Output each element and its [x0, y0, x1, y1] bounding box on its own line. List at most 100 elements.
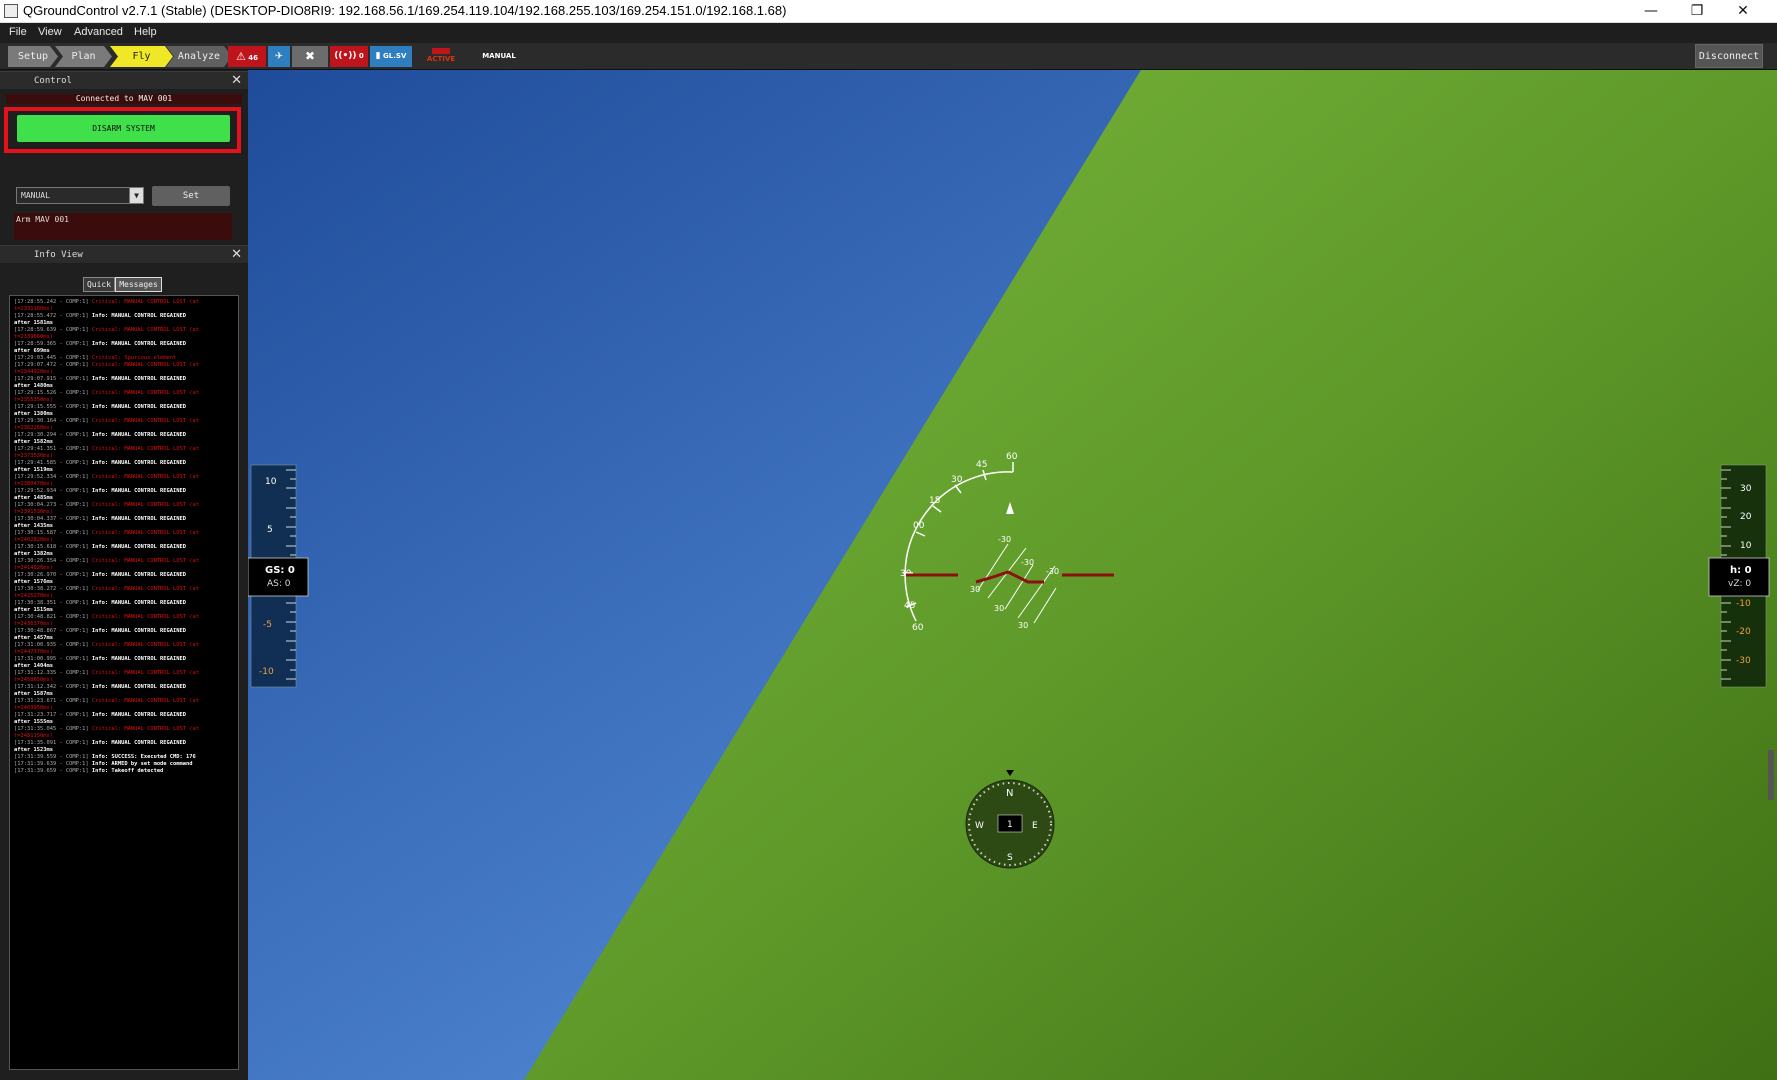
pitch-label: 30 — [994, 604, 1004, 613]
log-text: after 1582ms — [14, 439, 53, 445]
messages-indicator[interactable]: ⚠ 46 — [228, 46, 266, 67]
main-toolbar: Setup Plan Fly Analyze ⚠ 46 ✈ ✖ ((•)) 0 … — [0, 43, 1777, 70]
log-line: [17:28:59.639 - COMP:1] Critical: MANUAL… — [14, 327, 234, 334]
minimize-button[interactable]: — — [1628, 0, 1674, 22]
log-timestamp: [17:31:35.091 - COMP:1] — [14, 740, 89, 746]
log-timestamp: [17:31:39.559 - COMP:1] — [14, 754, 89, 760]
alt-tick-10: 10 — [1740, 541, 1752, 551]
alt-tick-20: 20 — [1740, 512, 1752, 522]
menu-advanced[interactable]: Advanced — [74, 26, 123, 38]
log-line: after 1576ms — [14, 579, 234, 586]
chevron-down-icon[interactable]: ▼ — [129, 188, 143, 203]
log-line: after 1404ms — [14, 663, 234, 670]
log-text: after 1480ms — [14, 383, 53, 389]
log-text: Info: SUCCESS: Executed CMD: 176 — [91, 754, 196, 760]
tab-plan[interactable]: Plan — [55, 46, 112, 67]
log-timestamp: [17:28:59.639 - COMP:1] — [14, 327, 89, 333]
log-timestamp: [17:29:30.164 - COMP:1] — [14, 418, 89, 424]
log-text: Critical: MANUAL CONTROL LOST (at — [91, 586, 200, 592]
window-title: QGroundControl v2.7.1 (Stable) (DESKTOP-… — [23, 3, 787, 18]
ground-speed: GS: 0 — [265, 565, 295, 576]
roll-label: 60 — [912, 623, 924, 633]
log-line: t=2391530ms) — [14, 509, 234, 516]
tab-fly[interactable]: Fly — [110, 46, 173, 67]
battery-indicator[interactable]: ▮ GL.SV — [370, 46, 412, 67]
tab-analyze[interactable]: Analyze — [166, 46, 232, 67]
info-panel-header: Info View ✕ — [0, 245, 248, 263]
log-text: after 1587ms — [14, 691, 53, 697]
log-line: [17:29:03.445 - COMP:1] Critical: Spurio… — [14, 355, 234, 362]
message-log[interactable]: [17:28:55.242 - COMP:1] Critical: MANUAL… — [9, 295, 239, 1070]
log-text: after 1380ms — [14, 411, 53, 417]
roll-label: 15 — [929, 496, 940, 506]
log-timestamp: [17:30:38.272 - COMP:1] — [14, 586, 89, 592]
log-timestamp: [17:30:26.354 - COMP:1] — [14, 558, 89, 564]
log-line: t=2380470ms) — [14, 481, 234, 488]
log-line: [17:29:41.585 - COMP:1] Info: MANUAL CON… — [14, 460, 234, 467]
log-text: t=2355350ms) — [14, 397, 53, 403]
arm-status-text: Arm MAV 001 — [14, 213, 232, 240]
arm-state-indicator[interactable]: ACTIVE — [424, 46, 458, 67]
disconnect-button[interactable]: Disconnect — [1695, 44, 1763, 68]
log-line: [17:31:12.342 - COMP:1] Info: MANUAL CON… — [14, 684, 234, 691]
log-text: after 1435ms — [14, 523, 53, 529]
speed-tick-5: 5 — [267, 525, 273, 535]
rc-rssi-indicator[interactable]: ((•)) 0 — [330, 46, 368, 67]
menu-file[interactable]: File — [9, 26, 27, 38]
log-line: after 1515ms — [14, 607, 234, 614]
flight-mode-indicator[interactable]: MANUAL — [482, 46, 516, 67]
log-timestamp: [17:30:15.587 - COMP:1] — [14, 530, 89, 536]
menu-bar: File View Advanced Help — [0, 23, 1777, 43]
log-line: [17:31:23.671 - COMP:1] Critical: MANUAL… — [14, 698, 234, 705]
log-line: [17:30:38.351 - COMP:1] Info: MANUAL CON… — [14, 600, 234, 607]
log-line: t=2339660ms) — [14, 334, 234, 341]
log-text: after 1555ms — [14, 719, 53, 725]
set-mode-button[interactable]: Set — [152, 186, 230, 206]
log-line: [17:30:04.273 - COMP:1] Critical: MANUAL… — [14, 502, 234, 509]
alt-tick-neg10: -10 — [1736, 599, 1751, 609]
log-line: [17:31:23.717 - COMP:1] Info: MANUAL CON… — [14, 712, 234, 719]
close-icon[interactable]: ✕ — [231, 73, 242, 88]
log-text: Info: MANUAL CONTROL REGAINED — [91, 488, 187, 494]
log-line: t=2436370ms) — [14, 621, 234, 628]
log-text: Info: MANUAL CONTROL REGAINED — [91, 740, 187, 746]
qgroundcontrol-window: QGroundControl v2.7.1 (Stable) (DESKTOP-… — [0, 0, 1777, 1080]
log-line: [17:30:15.618 - COMP:1] Info: MANUAL CON… — [14, 544, 234, 551]
log-text: Info: MANUAL CONTROL REGAINED — [91, 628, 187, 634]
vehicle-indicator[interactable]: ✖ — [292, 46, 328, 67]
close-icon[interactable]: ✕ — [231, 247, 242, 262]
flight-mode-select[interactable]: MANUAL ▼ — [16, 187, 144, 204]
info-panel: Quick Messages [17:28:55.242 - COMP:1] C… — [0, 265, 248, 1080]
control-panel-header: Control ✕ — [0, 71, 248, 89]
log-text: Info: MANUAL CONTROL REGAINED — [91, 544, 187, 550]
log-line: [17:29:15.555 - COMP:1] Info: MANUAL CON… — [14, 404, 234, 411]
log-text: Info: MANUAL CONTROL REGAINED — [91, 516, 187, 522]
log-text: Info: Takeoff detected — [91, 768, 164, 774]
compass-north: N — [1006, 788, 1013, 799]
log-timestamp: [17:31:00.995 - COMP:1] — [14, 656, 89, 662]
log-line: after 1485ms — [14, 495, 234, 502]
gps-status-indicator[interactable]: ✈ — [268, 46, 290, 67]
pitch-label: -30 — [1021, 558, 1034, 567]
log-line: [17:31:12.335 - COMP:1] Critical: MANUAL… — [14, 670, 234, 677]
menu-view[interactable]: View — [38, 26, 62, 38]
log-line: after 1582ms — [14, 439, 234, 446]
tab-setup[interactable]: Setup — [8, 46, 58, 67]
gps-text: GL.SV — [383, 52, 407, 60]
menu-help[interactable]: Help — [134, 26, 157, 38]
info-panel-title: Info View — [34, 250, 83, 260]
log-text: t=2380470ms) — [14, 481, 53, 487]
tab-messages[interactable]: Messages — [115, 277, 162, 292]
log-line: [17:29:52.934 - COMP:1] Info: MANUAL CON… — [14, 488, 234, 495]
disarm-system-button[interactable]: DISARM SYSTEM — [17, 115, 230, 142]
close-window-button[interactable]: ✕ — [1720, 0, 1766, 22]
log-text: Info: ARMED by set mode command — [91, 761, 193, 767]
tab-quick[interactable]: Quick — [83, 277, 115, 292]
scrollbar-thumb[interactable] — [1768, 750, 1774, 800]
log-timestamp: [17:30:48.821 - COMP:1] — [14, 614, 89, 620]
warning-icon: ⚠ — [235, 50, 246, 63]
log-text: t=2436370ms) — [14, 621, 53, 627]
maximize-button[interactable]: ❐ — [1674, 0, 1720, 22]
heading-value: 1 — [1007, 820, 1013, 830]
compass-south: S — [1007, 853, 1013, 863]
